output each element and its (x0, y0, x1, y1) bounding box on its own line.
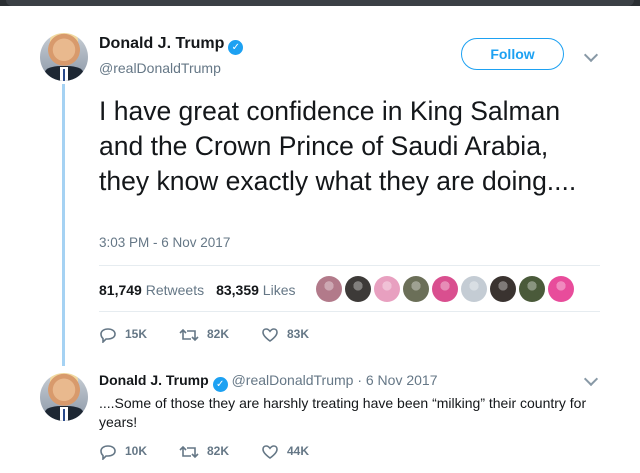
reply-date[interactable]: · 6 Nov 2017 (357, 372, 437, 388)
likes-stat[interactable]: 83,359 Likes (216, 282, 295, 298)
divider (99, 265, 600, 266)
retweets-label: Retweets (145, 282, 205, 298)
likes-label: Likes (262, 282, 296, 298)
reply-button[interactable]: 10K (99, 444, 148, 461)
liker-avatar[interactable] (461, 276, 487, 302)
verified-badge-icon: ✓ (228, 40, 244, 55)
author-handle[interactable]: @realDonaldTrump (99, 60, 221, 76)
divider (99, 311, 600, 312)
reply-author-name[interactable]: Donald J. Trump (99, 372, 209, 388)
engagement-stats: 81,749 Retweets 83,359 Likes (99, 282, 295, 298)
retweets-stat[interactable]: 81,749 Retweets (99, 282, 204, 298)
follow-button[interactable]: Follow (461, 38, 564, 70)
chevron-down-icon[interactable] (583, 371, 599, 387)
reply-header: Donald J. Trump ✓ @realDonaldTrump · 6 No… (99, 372, 438, 392)
avatar[interactable] (40, 33, 88, 81)
liker-avatar[interactable] (490, 276, 516, 302)
reply-count: 15K (125, 327, 148, 342)
retweet-icon (179, 445, 199, 459)
like-button[interactable]: 44K (261, 444, 309, 460)
thread-connector (62, 84, 65, 366)
verified-badge-icon: ✓ (212, 377, 228, 392)
tweet-timestamp[interactable]: 3:03 PM - 6 Nov 2017 (99, 235, 230, 250)
avatar[interactable] (40, 373, 88, 421)
like-button[interactable]: 83K (261, 327, 309, 343)
author-name[interactable]: Donald J. Trump ✓ (99, 35, 244, 55)
retweet-button[interactable]: 82K (179, 327, 229, 343)
reply-text: ....Some of those they are harshly treat… (99, 395, 587, 430)
reply-button[interactable]: 15K (99, 327, 148, 344)
retweet-button[interactable]: 82K (179, 444, 229, 460)
reply-icon (100, 445, 116, 461)
like-count: 44K (287, 444, 310, 459)
top-frame (0, 0, 640, 6)
liker-avatar[interactable] (345, 276, 371, 302)
liker-avatar[interactable] (374, 276, 400, 302)
liker-avatar[interactable] (519, 276, 545, 302)
likes-count: 83,359 (216, 282, 259, 298)
liker-avatar[interactable] (548, 276, 574, 302)
retweet-count: 82K (207, 444, 230, 459)
liker-avatar[interactable] (403, 276, 429, 302)
liker-avatar[interactable] (316, 276, 342, 302)
author-name-text: Donald J. Trump (99, 35, 225, 52)
like-count: 83K (287, 327, 310, 342)
chevron-down-icon[interactable] (583, 47, 599, 63)
heart-icon (262, 445, 278, 459)
retweets-count: 81,749 (99, 282, 142, 298)
retweet-count: 82K (207, 327, 230, 342)
liker-avatar[interactable] (432, 276, 458, 302)
retweet-icon (179, 328, 199, 342)
tweet-text: I have great confidence in King Salman a… (99, 96, 577, 196)
reply-icon (100, 328, 116, 344)
reply-count: 10K (125, 444, 148, 459)
reply-author-handle[interactable]: @realDonaldTrump (232, 372, 354, 388)
heart-icon (262, 328, 278, 342)
